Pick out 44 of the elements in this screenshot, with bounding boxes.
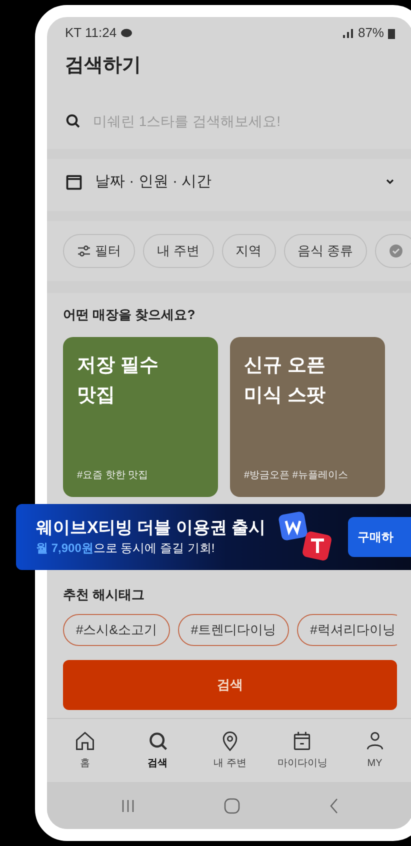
- banner-subline: 월 7,900원으로 동시에 즐길 기회!: [36, 540, 216, 557]
- filter-chip[interactable]: 음식 종류: [284, 234, 368, 268]
- recent-apps-icon[interactable]: [120, 798, 136, 814]
- filter-chip[interactable]: 지역: [222, 234, 276, 268]
- home-button-icon[interactable]: [222, 796, 241, 814]
- nav-tab[interactable]: 내 주변: [198, 730, 262, 771]
- battery-icon: [388, 28, 395, 38]
- card-title: 신규 오픈 미식 스팟: [244, 354, 326, 408]
- verified-filter-chip[interactable]: [375, 234, 411, 268]
- filter-chip[interactable]: 내 주변: [143, 234, 214, 268]
- calendar-icon: [65, 173, 83, 191]
- back-icon[interactable]: [328, 796, 340, 814]
- nav-tab[interactable]: 검색: [126, 730, 190, 771]
- nav-tab[interactable]: MY: [342, 730, 407, 771]
- banner-headline: 웨이브X티빙 더블 이용권 출시: [36, 517, 266, 539]
- card-tags: #방금오픈 #뉴플레이스: [244, 468, 371, 482]
- store-card[interactable]: 저장 필수 맛집 #요즘 핫한 맛집: [63, 336, 218, 496]
- hashtag-chip[interactable]: #스시&소고기: [63, 614, 170, 646]
- date-selector[interactable]: 날짜 · 인원 · 시간: [47, 159, 411, 205]
- section-heading: 추천 해시태그: [63, 586, 146, 604]
- section-heading: 어떤 매장을 찾으세요?: [63, 306, 196, 324]
- status-time: KT 11:24: [65, 24, 117, 42]
- card-title: 저장 필수 맛집: [77, 354, 160, 408]
- chevron-down-icon: [385, 177, 395, 187]
- nav-tab[interactable]: 홈: [53, 730, 118, 771]
- sliders-icon: [77, 245, 91, 257]
- ad-banner[interactable]: 웨이브X티빙 더블 이용권 출시 월 7,900원으로 동시에 즐길 기회! 구매하: [16, 504, 411, 570]
- signal-icon: [342, 28, 354, 38]
- verified-badge-icon: [389, 244, 404, 258]
- hashtag-chip[interactable]: #럭셔리다이닝: [297, 614, 397, 646]
- filter-chip[interactable]: 필터: [63, 234, 135, 268]
- card-tags: #요즘 핫한 맛집: [77, 468, 204, 482]
- chat-bubble-icon: [120, 28, 132, 38]
- battery-percent: 87%: [358, 24, 384, 42]
- search-icon: [65, 113, 81, 129]
- home-icon: [74, 730, 96, 752]
- nav-tab[interactable]: 마이다이닝: [270, 730, 334, 771]
- page-title: 검색하기: [64, 54, 142, 78]
- search-field[interactable]: 미쉐린 1스타를 검색해보세요!: [93, 110, 395, 132]
- search-icon: [146, 730, 169, 752]
- hashtag-chip[interactable]: #트렌디다이닝: [178, 614, 290, 646]
- search-button[interactable]: 검색: [63, 660, 397, 710]
- store-card[interactable]: 신규 오픈 미식 스팟 #방금오픈 #뉴플레이스: [230, 336, 385, 496]
- buy-button[interactable]: 구매하: [348, 517, 411, 557]
